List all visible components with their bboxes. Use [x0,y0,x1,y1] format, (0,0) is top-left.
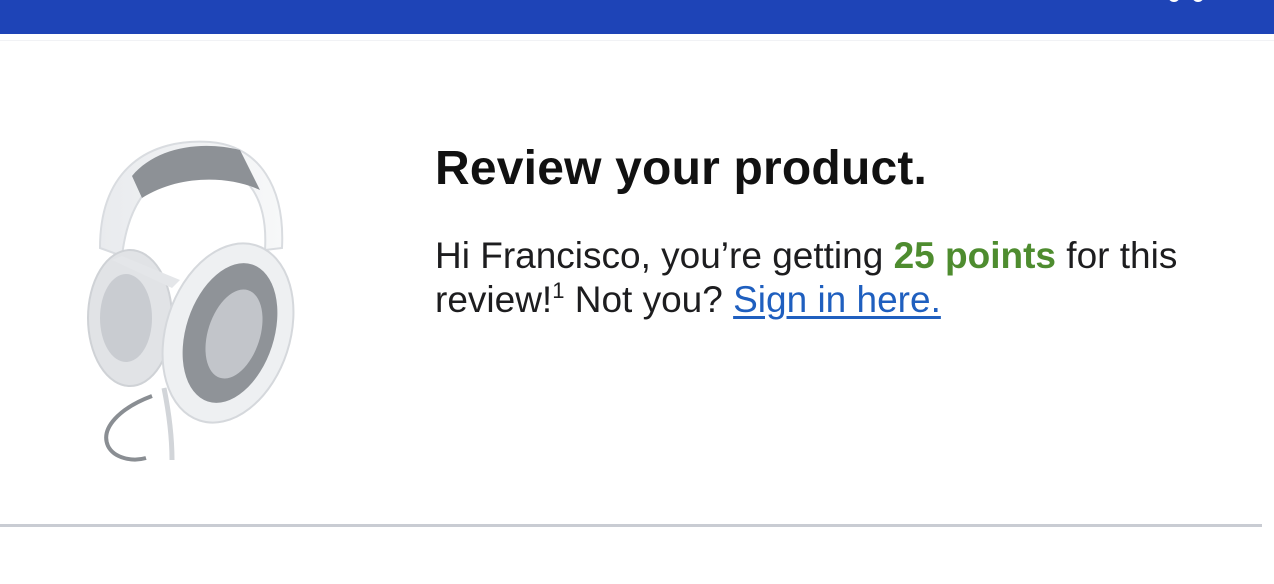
sign-in-link[interactable]: Sign in here. [733,279,941,320]
points-message: Hi Francisco, you’re getting 25 points f… [435,234,1265,322]
account-icon[interactable] [1156,0,1216,4]
top-header-bar [0,0,1274,34]
greeting-text: Hi Francisco, you’re getting [435,235,894,276]
review-prompt: Review your product. Hi Francisco, you’r… [435,138,1265,322]
footnote-marker[interactable]: 1 [552,278,564,303]
header-shadow-line [0,40,1274,41]
points-amount: 25 points [893,235,1057,276]
section-divider [0,524,1262,527]
page-title: Review your product. [435,142,928,195]
not-you-text: Not you? [564,279,734,320]
headset-image [87,140,295,462]
